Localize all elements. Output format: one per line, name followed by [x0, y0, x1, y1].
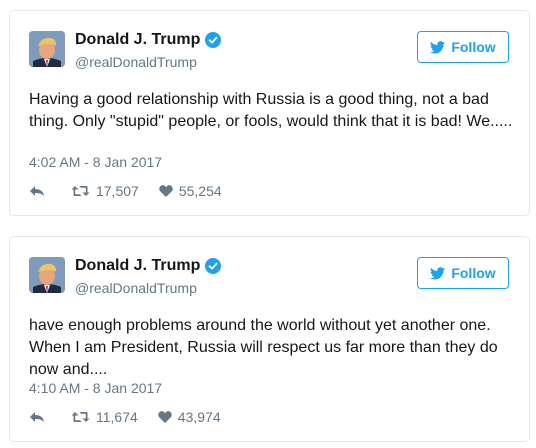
tweet-card: Donald J. Trump @realDonaldTrump Follow …	[9, 10, 530, 216]
follow-label: Follow	[451, 265, 496, 281]
author-name[interactable]: Donald J. Trump	[75, 257, 200, 275]
twitter-bird-icon	[430, 266, 446, 279]
follow-button[interactable]: Follow	[417, 257, 509, 289]
reply-button[interactable]	[29, 411, 45, 423]
heart-icon	[159, 185, 173, 197]
like-button[interactable]: 55,254	[159, 183, 222, 199]
tweet-text: Having a good relationship with Russia i…	[29, 91, 513, 130]
retweet-button[interactable]: 17,507	[71, 183, 139, 199]
reply-icon	[30, 186, 44, 196]
follow-button[interactable]: Follow	[417, 31, 509, 63]
author-handle[interactable]: @realDonaldTrump	[75, 280, 197, 296]
heart-icon	[158, 411, 172, 423]
reply-button[interactable]	[29, 185, 45, 197]
tweet-actions: 11,674 43,974	[29, 409, 221, 425]
tweet-actions: 17,507 55,254	[29, 183, 222, 199]
author-handle[interactable]: @realDonaldTrump	[75, 54, 197, 70]
author-row: Donald J. Trump	[75, 31, 222, 49]
like-count: 55,254	[178, 183, 222, 199]
retweet-icon	[71, 412, 90, 422]
twitter-bird-icon	[430, 40, 446, 53]
retweet-count: 11,674	[96, 409, 138, 425]
reply-icon	[30, 412, 44, 422]
retweet-count: 17,507	[96, 183, 139, 199]
like-button[interactable]: 43,974	[158, 409, 221, 425]
author-row: Donald J. Trump	[75, 257, 222, 275]
retweet-icon	[71, 186, 90, 196]
verified-badge-icon	[205, 32, 222, 48]
like-count: 43,974	[177, 409, 221, 425]
tweet-timestamp[interactable]: 4:10 AM - 8 Jan 2017	[29, 380, 162, 396]
avatar[interactable]	[29, 31, 65, 67]
verified-badge-icon	[205, 258, 222, 274]
retweet-button[interactable]: 11,674	[71, 409, 138, 425]
tweet-timestamp[interactable]: 4:02 AM - 8 Jan 2017	[29, 154, 162, 170]
tweet-text: have enough problems around the world wi…	[29, 317, 498, 378]
avatar[interactable]	[29, 257, 65, 293]
follow-label: Follow	[451, 39, 496, 55]
tweet-card: Donald J. Trump @realDonaldTrump Follow …	[9, 236, 530, 442]
author-name[interactable]: Donald J. Trump	[75, 31, 200, 49]
